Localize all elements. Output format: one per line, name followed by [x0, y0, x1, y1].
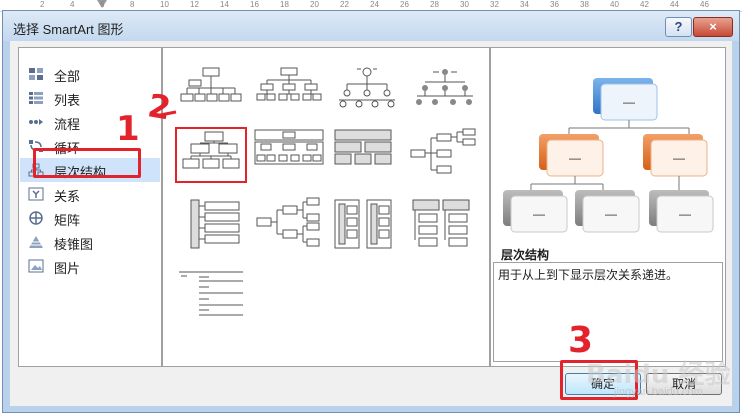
ruler-number: 6 — [100, 0, 105, 9]
category-all[interactable]: 全部 — [20, 62, 160, 86]
layout-horizontal-hierarchy[interactable] — [253, 126, 325, 182]
layout-name-title-org[interactable] — [253, 64, 325, 120]
ruler-number: 26 — [400, 0, 409, 9]
layout-horizontal-org[interactable] — [409, 126, 481, 182]
ruler-number: 32 — [490, 0, 499, 9]
preview-description: 用于从上到下显示层次关系递进。 — [493, 262, 723, 362]
picture-icon — [28, 259, 44, 273]
preview-node-text: — — [533, 207, 545, 221]
preview-node-text: — — [679, 207, 691, 221]
layout-hierarchy-list[interactable] — [331, 196, 403, 252]
ruler-number: 12 — [190, 0, 199, 9]
layout-hierarchy-selected[interactable] — [175, 127, 247, 183]
ruler-number: 34 — [520, 0, 529, 9]
preview-node-text: — — [623, 95, 635, 109]
ruler-number: 28 — [430, 0, 439, 9]
ruler-number: 14 — [220, 0, 229, 9]
category-picture[interactable]: 图片 — [20, 254, 160, 278]
ruler-number: 42 — [640, 0, 649, 9]
category-relationship[interactable]: 关系 — [20, 182, 160, 206]
smartart-dialog: 选择 SmartArt 图形 ? × 全部 列表 流程 循环 层次结构 关系 矩… — [2, 10, 740, 413]
watermark-url: jingyan.baidu.com — [614, 386, 703, 398]
close-icon: × — [709, 19, 717, 34]
ruler-number: 10 — [160, 0, 169, 9]
ruler-number: 4 — [70, 0, 75, 9]
matrix-icon — [29, 211, 43, 225]
ruler-number: 2 — [40, 0, 45, 9]
category-label: 关系 — [54, 189, 81, 204]
preview-title: 层次结构 — [501, 248, 550, 262]
category-label: 棱锥图 — [54, 237, 94, 252]
ruler-number: 36 — [550, 0, 559, 9]
dialog-content: 全部 列表 流程 循环 层次结构 关系 矩阵 棱锥图 图片 — — — — — … — [10, 41, 732, 406]
ruler-number: 46 — [700, 0, 709, 9]
layout-vertical-bracket[interactable] — [175, 196, 247, 252]
hierarchy-preview-diagram: — — — — — — — [503, 78, 714, 233]
preview-node-text: — — [673, 151, 685, 165]
ruler-number: 18 — [280, 0, 289, 9]
category-label: 全部 — [54, 69, 81, 84]
ruler-number: 16 — [250, 0, 259, 9]
org-chart-thumbnail-icon — [180, 67, 242, 102]
category-list-item[interactable]: 列表 — [20, 86, 160, 110]
layout-table-hierarchy[interactable] — [331, 126, 403, 182]
pyramid-icon — [29, 236, 43, 248]
ruler-number: 40 — [610, 0, 619, 9]
title-bar: 选择 SmartArt 图形 ? × — [3, 11, 739, 41]
category-label: 矩阵 — [54, 213, 81, 228]
ruler-number: 22 — [340, 0, 349, 9]
category-label: 列表 — [54, 93, 81, 108]
layout-labeled-hierarchy[interactable] — [409, 64, 481, 120]
ruler-number: 44 — [670, 0, 679, 9]
category-label: 流程 — [54, 117, 81, 132]
category-list: 全部 列表 流程 循环 层次结构 关系 矩阵 棱锥图 图片 — [18, 47, 162, 367]
help-icon: ? — [674, 19, 683, 34]
layout-org-chart[interactable] — [175, 64, 247, 120]
list-icon — [29, 92, 43, 104]
relationship-icon — [28, 187, 44, 201]
layout-horizontal-multilevel[interactable] — [253, 196, 325, 252]
layout-gallery — [162, 47, 490, 367]
preview-node-text: — — [569, 151, 581, 165]
close-button[interactable]: × — [693, 17, 733, 37]
layout-table-list[interactable] — [409, 196, 481, 252]
ruler-number: 20 — [310, 0, 319, 9]
ruler-number: 38 — [580, 0, 589, 9]
category-label: 图片 — [54, 261, 81, 276]
ruler-number: 24 — [370, 0, 379, 9]
layout-circle-hierarchy[interactable] — [331, 64, 403, 120]
preview-node-text: — — [605, 207, 617, 221]
category-matrix[interactable]: 矩阵 — [20, 206, 160, 230]
preview-pane: — — — — — — 层次结构 用于从上到下显示层次关系递进。 — [490, 47, 726, 367]
grid-all-icon — [29, 68, 43, 80]
category-process[interactable]: 流程 — [20, 110, 160, 134]
category-pyramid[interactable]: 棱锥图 — [20, 230, 160, 254]
process-icon — [29, 119, 43, 125]
ruler-number: 30 — [460, 0, 469, 9]
dialog-title: 选择 SmartArt 图形 — [13, 22, 124, 37]
ruler-number: 8 — [130, 0, 135, 9]
layout-lined-list[interactable] — [175, 266, 247, 322]
annotation-box-hierarchy — [33, 148, 141, 178]
help-button[interactable]: ? — [665, 17, 692, 37]
